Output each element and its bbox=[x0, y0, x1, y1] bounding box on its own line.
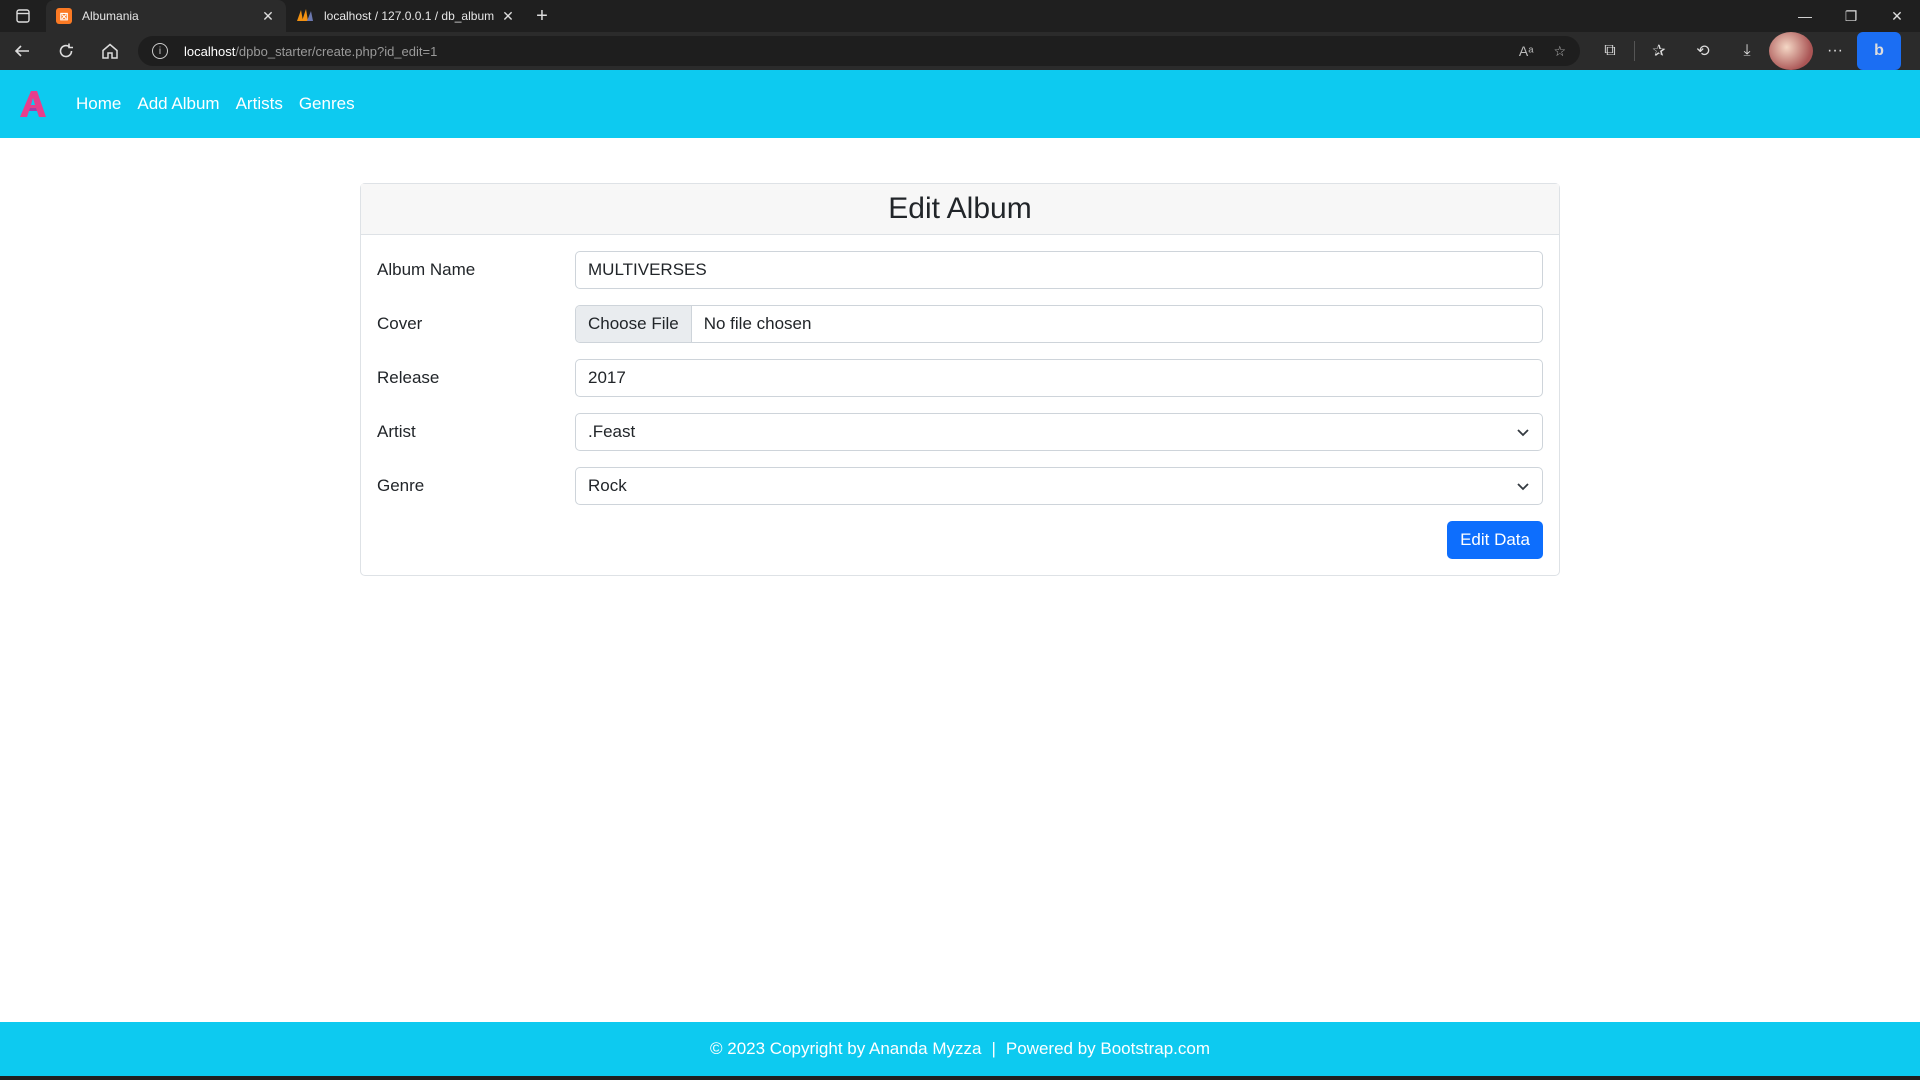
toolbar-divider bbox=[1634, 41, 1635, 61]
new-tab-button[interactable]: + bbox=[526, 0, 558, 32]
window-controls: — ❐ ✕ bbox=[1782, 0, 1920, 32]
read-aloud-icon[interactable]: Aᵃ bbox=[1519, 43, 1534, 60]
edit-album-card: Edit Album Album Name MULTIVERSES Cover … bbox=[360, 183, 1560, 576]
page-title: Edit Album bbox=[361, 184, 1559, 235]
address-bar[interactable]: i localhost /dpbo_starter/create.php?id_… bbox=[138, 36, 1580, 66]
site-navbar: Home Add Album Artists Genres bbox=[0, 70, 1920, 138]
home-icon bbox=[102, 43, 118, 59]
tab-actions-icon bbox=[16, 9, 30, 23]
address-bar-actions: Aᵃ ☆ bbox=[1519, 43, 1566, 60]
site-footer: © 2023 Copyright by Ananda Myzza | Power… bbox=[0, 1022, 1920, 1076]
release-row: Release 2017 bbox=[377, 359, 1543, 397]
url-path: /dpbo_starter/create.php?id_edit=1 bbox=[235, 43, 438, 59]
close-tab-icon[interactable]: ✕ bbox=[260, 8, 276, 25]
copyright-text: © 2023 Copyright by Ananda Myzza bbox=[710, 1039, 982, 1058]
genre-label: Genre bbox=[377, 476, 425, 495]
avatar bbox=[1769, 32, 1813, 70]
genre-row: Genre Rock bbox=[377, 467, 1543, 505]
cover-row: Cover Choose File No file chosen bbox=[377, 305, 1543, 343]
extensions-icon[interactable]: ⧉ bbox=[1588, 32, 1632, 70]
album-name-input[interactable]: MULTIVERSES bbox=[575, 251, 1543, 289]
artist-row: Artist .Feast bbox=[377, 413, 1543, 451]
bing-icon: b bbox=[1857, 32, 1901, 70]
downloads-icon[interactable]: ⤓ bbox=[1725, 32, 1769, 70]
edit-album-form: Album Name MULTIVERSES Cover Choose File… bbox=[361, 235, 1559, 575]
home-button[interactable] bbox=[88, 32, 132, 70]
close-tab-icon[interactable]: ✕ bbox=[500, 8, 516, 25]
history-icon[interactable]: ⟲ bbox=[1681, 32, 1725, 70]
chevron-down-icon bbox=[1517, 429, 1529, 437]
genre-select[interactable]: Rock bbox=[575, 467, 1543, 505]
nav-link-artists[interactable]: Artists bbox=[236, 94, 283, 114]
tab-title: Albumania bbox=[82, 9, 139, 23]
album-name-row: Album Name MULTIVERSES bbox=[377, 251, 1543, 289]
release-input[interactable]: 2017 bbox=[575, 359, 1543, 397]
browser-toolbar: i localhost /dpbo_starter/create.php?id_… bbox=[0, 32, 1920, 70]
url-host: localhost bbox=[184, 43, 236, 59]
tab-actions-button[interactable] bbox=[0, 0, 46, 32]
more-options-icon[interactable]: ··· bbox=[1813, 32, 1857, 70]
release-label: Release bbox=[377, 368, 440, 387]
tab-albumania[interactable]: ⊠ Albumania ✕ bbox=[46, 0, 286, 32]
add-favorite-icon[interactable]: ☆ bbox=[1553, 43, 1566, 60]
edit-data-button[interactable]: Edit Data bbox=[1447, 521, 1543, 559]
close-window-icon[interactable]: ✕ bbox=[1874, 0, 1920, 32]
artist-selected-value: .Feast bbox=[588, 422, 636, 441]
profile-button[interactable] bbox=[1769, 32, 1813, 70]
toolbar-icons: ⧉ ✰ ⟲ ⤓ ··· b bbox=[1588, 32, 1901, 70]
phpmyadmin-favicon-icon bbox=[296, 8, 314, 24]
reload-icon bbox=[59, 43, 73, 58]
back-button[interactable] bbox=[0, 32, 44, 70]
nav-link-genres[interactable]: Genres bbox=[299, 94, 355, 114]
site-info-icon[interactable]: i bbox=[152, 43, 168, 59]
artist-select[interactable]: .Feast bbox=[575, 413, 1543, 451]
album-name-label: Album Name bbox=[377, 260, 476, 279]
nav-link-add-album[interactable]: Add Album bbox=[137, 94, 219, 114]
restore-icon[interactable]: ❐ bbox=[1828, 0, 1874, 32]
genre-selected-value: Rock bbox=[588, 476, 627, 495]
choose-file-button[interactable]: Choose File bbox=[576, 306, 692, 342]
chevron-down-icon bbox=[1517, 483, 1529, 491]
minimize-icon[interactable]: — bbox=[1782, 0, 1828, 32]
nav-link-home[interactable]: Home bbox=[76, 94, 121, 114]
file-status-text: No file chosen bbox=[703, 314, 812, 333]
copilot-button[interactable]: b bbox=[1857, 32, 1901, 70]
cover-label: Cover bbox=[377, 314, 423, 333]
back-arrow-icon bbox=[14, 45, 29, 57]
cover-file-input[interactable]: Choose File No file chosen bbox=[575, 305, 1543, 343]
tab-phpmyadmin[interactable]: localhost / 127.0.0.1 / db_album ✕ bbox=[286, 0, 526, 32]
reload-button[interactable] bbox=[44, 32, 88, 70]
footer-separator: | bbox=[991, 1039, 996, 1058]
xampp-favicon-icon: ⊠ bbox=[56, 8, 72, 24]
browser-tab-bar: ⊠ Albumania ✕ localhost / 127.0.0.1 / db… bbox=[0, 0, 1920, 32]
form-actions: Edit Data bbox=[377, 521, 1543, 559]
favorites-icon[interactable]: ✰ bbox=[1637, 32, 1681, 70]
tab-title: localhost / 127.0.0.1 / db_album bbox=[324, 9, 495, 23]
artist-label: Artist bbox=[377, 422, 416, 441]
powered-by-text: Powered by Bootstrap.com bbox=[1005, 1039, 1210, 1058]
window-bottom-border bbox=[0, 1076, 1920, 1080]
brand-logo-icon[interactable] bbox=[18, 89, 48, 119]
